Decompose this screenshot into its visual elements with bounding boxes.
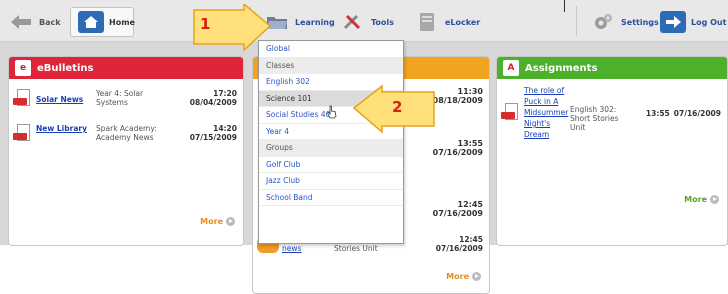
home-icon [78,11,104,33]
tools-label: Tools [371,17,394,27]
home-button[interactable]: Home [78,10,135,34]
bulletin-time: 17:20 [213,89,237,98]
row-date: 07/16/2009 [432,209,483,218]
assignment-time: 13:55 [645,109,670,118]
arrow-circle-icon [472,272,481,281]
hand-cursor-icon [326,105,338,121]
bulletin-link[interactable]: Solar News [36,95,96,109]
learning-label: Learning [295,17,335,27]
menu-section-groups: Groups [259,140,403,157]
learning-row-datetime: 12:45 07/16/2009 [433,200,483,218]
elocker-button[interactable]: eLocker [414,10,480,34]
back-button[interactable]: Back [8,10,61,34]
settings-label: Settings [621,17,659,27]
tools-button[interactable]: Tools [340,10,394,34]
elocker-label: eLocker [445,17,481,27]
arrow-circle-icon [226,217,235,226]
logout-button[interactable]: Log Out [660,10,726,34]
bulletin-time: 14:20 [213,124,237,133]
assignments-title: Assignments [525,62,598,74]
document-icon [501,103,521,123]
menu-item-school-band[interactable]: School Band [259,190,403,206]
ebulletins-title: eBulletins [37,62,94,74]
more-link[interactable]: More [684,195,719,204]
settings-button[interactable]: Settings [590,10,659,34]
gear-icon [590,11,616,33]
row-time: 12:45 [457,200,483,209]
more-label: More [684,195,707,204]
document-icon [13,89,33,109]
back-arrow-icon [8,11,34,33]
bulletin-desc: Year 4: Solar Systems [96,89,144,107]
row-date: 07/16/2009 [432,148,483,157]
arrow-circle-icon [710,195,719,204]
row-date: 08/18/2009 [432,96,483,105]
bulletin-datetime: 17:20 08/04/2009 [168,89,237,109]
menu-item-jazz-club[interactable]: Jazz Club [259,173,403,190]
list-item: Solar News Year 4: Solar Systems 17:20 0… [13,89,237,109]
document-icon [13,124,33,144]
row-time: 13:55 [457,139,483,148]
learning-row-datetime: 11:30 08/18/2009 [433,87,483,105]
logout-label: Log Out [691,17,727,27]
bulletin-datetime: 14:20 07/15/2009 [176,124,237,144]
news-time: 12:45 [459,235,483,244]
back-label: Back [39,17,61,27]
learning-button[interactable]: Learning [264,10,335,34]
assignment-datetime: 13:55 07/16/2009 [632,109,721,140]
more-link[interactable]: More [200,217,235,226]
home-label: Home [109,17,135,27]
bulletin-desc: Spark Academy: Academy News [96,124,157,142]
ebulletins-header: e eBulletins [9,57,243,79]
learning-dropdown-menu: Global Classes English 302 Science 101 Socia… [258,40,404,244]
locker-icon [414,11,440,33]
assignments-header: A Assignments [497,57,727,79]
bulletin-date: 07/15/2009 [189,133,237,142]
assignment-date: 07/16/2009 [673,109,721,118]
news-datetime: 12:45 07/16/2009 [416,235,483,253]
ebulletins-panel: e eBulletins Solar News Year 4: Solar Sy… [8,56,244,246]
tools-icon [340,11,366,33]
news-date: 07/16/2009 [435,244,483,253]
assignment-icon: A [503,60,519,76]
bulletin-date: 08/04/2009 [189,98,237,107]
assignment-desc: English 302: Short Stories Unit [570,105,619,132]
more-link[interactable]: More [446,272,481,281]
cursor-line [564,0,565,12]
row-time: 11:30 [457,87,483,96]
more-label: More [200,217,223,226]
callout-number-1: 1 [200,15,211,33]
menu-item-golf-club[interactable]: Golf Club [259,157,403,173]
toolbar-divider [576,6,577,36]
bulletin-icon: e [15,60,31,76]
callout-number-2: 2 [392,98,403,116]
logout-icon [660,11,686,33]
list-item: New Library Spark Academy: Academy News … [13,124,237,144]
learning-row-datetime: 13:55 07/16/2009 [433,139,483,157]
assignment-link[interactable]: The role of Puck in A Midsummer Night's … [524,85,570,140]
more-label: More [446,272,469,281]
list-item: The role of Puck in A Midsummer Night's … [501,85,721,140]
bulletin-link[interactable]: New Library [36,124,96,144]
menu-section-classes: Classes [259,57,403,74]
menu-item-global[interactable]: Global [259,41,403,58]
assignments-panel: A Assignments The role of Puck in A Mids… [496,56,728,246]
